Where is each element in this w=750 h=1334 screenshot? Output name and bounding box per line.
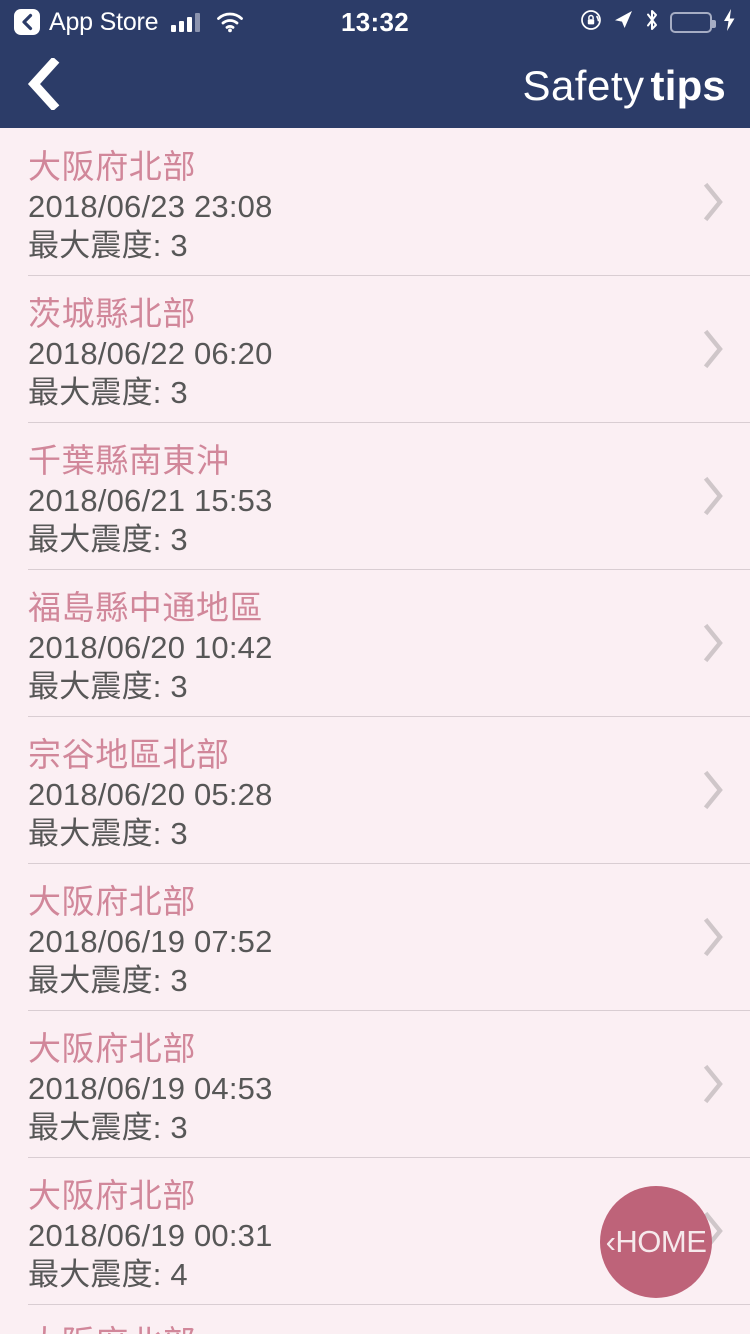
page-title-bold: tips xyxy=(650,62,726,109)
list-item-text: 大阪府北部 2018/06/19 07:52 最大震度: 3 xyxy=(28,883,750,1000)
status-bar-left: App Store xyxy=(14,9,244,35)
list-item-region: 大阪府北部 xyxy=(28,148,196,185)
list-item[interactable]: 福島縣中通地區 2018/06/20 10:42 最大震度: 3 xyxy=(0,569,750,716)
list-item-magnitude: 最大震度: 3 xyxy=(28,521,188,557)
chevron-left-icon xyxy=(20,13,34,31)
list-item-magnitude: 最大震度: 3 xyxy=(28,1109,188,1145)
list-item-text: 大阪府北部 2018/06/19 04:53 最大震度: 3 xyxy=(28,1030,750,1147)
list-item[interactable]: 大阪府北部 2018/06/19 07:52 最大震度: 3 xyxy=(0,863,750,1010)
list-item-region: 大阪府北部 xyxy=(28,883,196,920)
location-arrow-icon xyxy=(612,9,634,36)
list-item[interactable]: 大阪府北部 2018/06/19 04:53 最大震度: 3 xyxy=(0,1010,750,1157)
chevron-right-icon xyxy=(700,1010,726,1157)
navigation-bar: Safety tips xyxy=(0,44,750,128)
status-bar-right xyxy=(580,8,736,37)
status-bar: App Store 13:32 xyxy=(0,0,750,44)
rotation-lock-icon xyxy=(580,9,602,36)
page-title: Safety tips xyxy=(522,62,726,110)
list-item-datetime: 2018/06/23 23:08 xyxy=(28,188,273,224)
status-back-to-app-store-button[interactable] xyxy=(14,9,40,35)
back-button[interactable] xyxy=(26,56,86,116)
chevron-right-icon xyxy=(700,422,726,569)
list-item-datetime: 2018/06/20 10:42 xyxy=(28,629,273,665)
chevron-right-icon xyxy=(700,716,726,863)
list-item-text: 福島縣中通地區 2018/06/20 10:42 最大震度: 3 xyxy=(28,589,750,706)
list-item-datetime: 2018/06/22 06:20 xyxy=(28,335,273,371)
list-item-text: 大阪府北部 xyxy=(28,1324,750,1334)
list-item-region: 大阪府北部 xyxy=(28,1030,196,1067)
list-item[interactable]: 宗谷地區北部 2018/06/20 05:28 最大震度: 3 xyxy=(0,716,750,863)
list-item-region: 宗谷地區北部 xyxy=(28,736,230,773)
chevron-right-icon xyxy=(700,569,726,716)
earthquake-list[interactable]: 大阪府北部 2018/06/23 23:08 最大震度: 3 茨城縣北部 201… xyxy=(0,128,750,1334)
status-carrier-label[interactable]: App Store xyxy=(49,9,159,35)
list-item-magnitude: 最大震度: 3 xyxy=(28,962,188,998)
list-item-text: 大阪府北部 2018/06/23 23:08 最大震度: 3 xyxy=(28,148,750,265)
list-item-magnitude: 最大震度: 3 xyxy=(28,227,188,263)
cellular-signal-icon xyxy=(171,12,201,32)
list-item-magnitude: 最大震度: 3 xyxy=(28,668,188,704)
charging-bolt-icon xyxy=(722,8,736,37)
list-item-datetime: 2018/06/19 07:52 xyxy=(28,923,273,959)
list-item-text: 茨城縣北部 2018/06/22 06:20 最大震度: 3 xyxy=(28,295,750,412)
list-item-magnitude: 最大震度: 3 xyxy=(28,374,188,410)
list-item-magnitude: 最大震度: 3 xyxy=(28,815,188,851)
list-item[interactable]: 茨城縣北部 2018/06/22 06:20 最大震度: 3 xyxy=(0,275,750,422)
list-item-region: 千葉縣南東沖 xyxy=(28,442,230,479)
chevron-left-icon xyxy=(26,56,62,115)
list-item-datetime: 2018/06/20 05:28 xyxy=(28,776,273,812)
home-button-label: ‹HOME xyxy=(605,1224,707,1259)
list-item[interactable]: 大阪府北部 2018/06/23 23:08 最大震度: 3 xyxy=(0,128,750,275)
page-title-thin: Safety xyxy=(522,62,645,109)
list-item[interactable]: 大阪府北部 xyxy=(0,1304,750,1334)
home-floating-button[interactable]: ‹HOME xyxy=(600,1186,712,1298)
chevron-right-icon xyxy=(700,863,726,1010)
list-item-region: 茨城縣北部 xyxy=(28,295,196,332)
bluetooth-icon xyxy=(644,8,660,37)
list-item-datetime: 2018/06/21 15:53 xyxy=(28,482,273,518)
chevron-right-icon xyxy=(700,275,726,422)
list-item-text: 宗谷地區北部 2018/06/20 05:28 最大震度: 3 xyxy=(28,736,750,853)
chevron-right-icon xyxy=(700,128,726,275)
app-root: App Store 13:32 Safety tips 大阪府北部 2018/0… xyxy=(0,0,750,1334)
list-item-datetime: 2018/06/19 04:53 xyxy=(28,1070,273,1106)
battery-full-icon xyxy=(670,11,716,33)
wifi-icon xyxy=(216,11,244,33)
list-item-text: 千葉縣南東沖 2018/06/21 15:53 最大震度: 3 xyxy=(28,442,750,559)
list-item[interactable]: 千葉縣南東沖 2018/06/21 15:53 最大震度: 3 xyxy=(0,422,750,569)
list-item-region: 大阪府北部 xyxy=(28,1324,750,1334)
list-item-region: 福島縣中通地區 xyxy=(28,589,264,626)
